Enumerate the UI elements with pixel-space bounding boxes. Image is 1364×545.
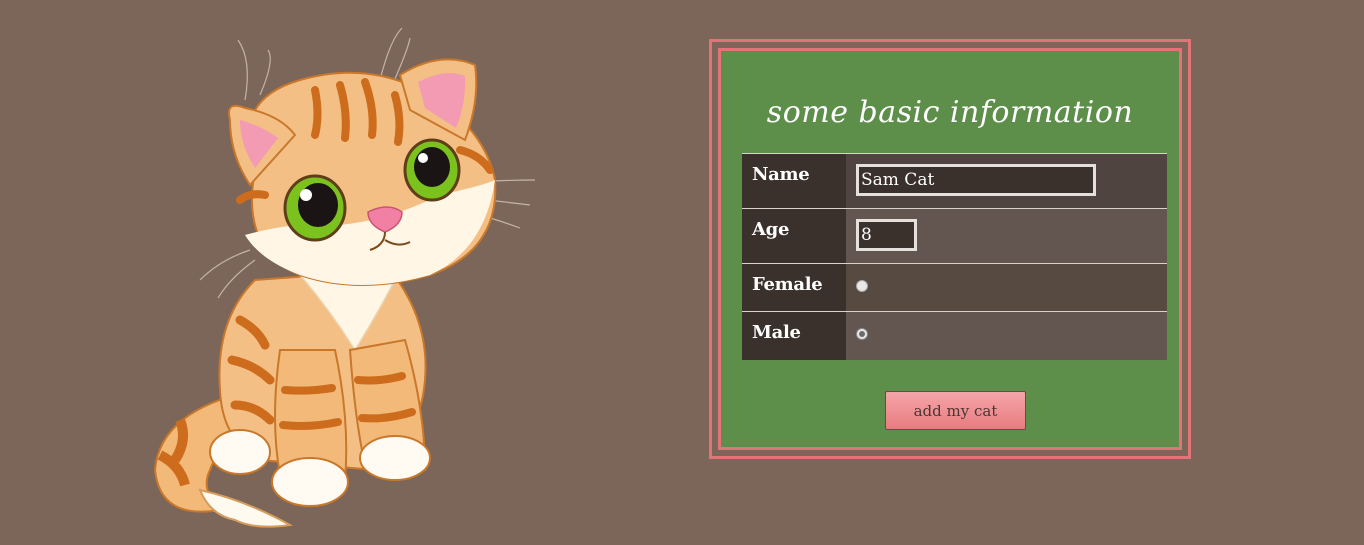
male-label: Male [742,311,846,360]
male-cell [846,311,1167,360]
info-table: Name Age Female Male [742,153,1167,360]
table-row: Female [742,263,1167,312]
table-row: Age [742,208,1167,264]
add-my-cat-button[interactable]: add my cat [885,391,1026,430]
age-label: Age [742,208,846,264]
form-title: some basic information [766,95,1134,130]
female-cell [846,263,1167,312]
male-radio[interactable] [856,328,868,340]
female-label: Female [742,263,846,312]
table-row: Male [742,311,1167,360]
kitten-illustration [153,27,536,528]
table-row: Name [742,153,1167,209]
form-frame: some basic information Name Age Female [709,39,1191,459]
age-input[interactable] [856,219,917,251]
age-cell [846,208,1167,264]
form-panel: some basic information Name Age Female [718,48,1182,450]
name-label: Name [742,153,846,209]
female-radio[interactable] [856,280,868,292]
name-cell [846,153,1167,209]
name-input[interactable] [856,164,1096,196]
